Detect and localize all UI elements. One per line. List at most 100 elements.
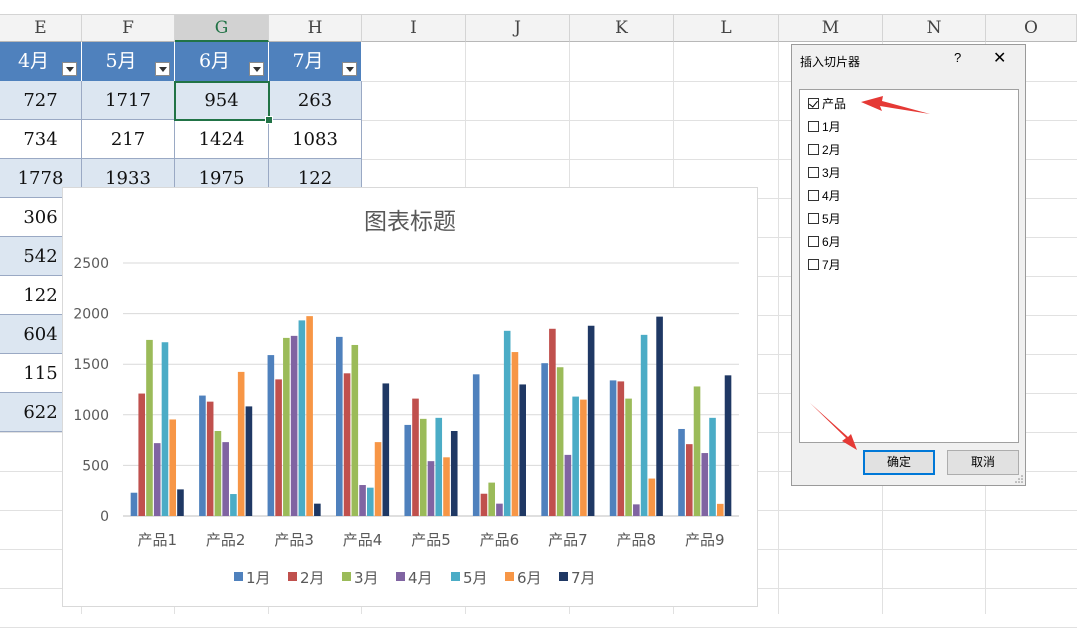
help-button[interactable]: ? xyxy=(954,50,961,65)
x-tick-label: 产品9 xyxy=(685,531,725,549)
column-header-H[interactable]: H xyxy=(269,15,362,42)
field-label: 6月 xyxy=(822,235,841,249)
header-label: 4月 xyxy=(17,50,50,72)
chart-area[interactable]: 图表标题 0 500 1000 1500 2000 2500 产品1 产品2 产品3 产品4 产品5 产… xyxy=(62,187,758,607)
table-header: 7月 xyxy=(269,42,362,81)
bar xyxy=(222,442,229,516)
bar xyxy=(199,395,206,516)
chart-title: 图表标题 xyxy=(364,209,456,235)
header-label: 6月 xyxy=(198,50,231,72)
x-tick-label: 产品8 xyxy=(617,531,657,549)
column-header-O[interactable]: O xyxy=(986,15,1077,42)
bar xyxy=(412,398,419,516)
bar xyxy=(367,487,374,516)
bar xyxy=(298,320,306,516)
legend-swatch xyxy=(559,572,568,581)
table-cell[interactable]: 734 xyxy=(0,120,82,159)
table-header: 6月 xyxy=(175,42,269,81)
close-icon[interactable]: ✕ xyxy=(993,48,1006,68)
filter-dropdown-icon[interactable] xyxy=(155,62,170,76)
bar xyxy=(496,503,503,516)
table-header: 4月 xyxy=(0,42,82,81)
bar xyxy=(290,335,298,516)
bar xyxy=(716,503,724,516)
bar xyxy=(237,371,245,516)
bar xyxy=(480,493,488,516)
bar xyxy=(169,419,177,516)
bar xyxy=(503,330,511,516)
legend-swatch xyxy=(342,572,351,581)
bar xyxy=(656,316,663,516)
bar xyxy=(161,342,169,516)
legend-label: 2月 xyxy=(300,569,325,587)
field-label: 产品 xyxy=(822,97,847,111)
column-header-F[interactable]: F xyxy=(82,15,175,42)
chart-svg: 图表标题 0 500 1000 1500 2000 2500 产品1 产品2 产品3 产品4 产品5 产… xyxy=(73,209,739,587)
bar xyxy=(648,478,656,516)
x-tick-label: 产品5 xyxy=(411,531,451,549)
fill-handle[interactable] xyxy=(265,116,273,124)
bar xyxy=(549,328,556,516)
checkbox[interactable] xyxy=(808,190,819,201)
bar xyxy=(351,344,359,516)
column-header-E[interactable]: E xyxy=(0,15,82,42)
x-tick-label: 产品7 xyxy=(548,531,588,549)
bar xyxy=(556,367,564,516)
bar xyxy=(724,375,732,516)
bar xyxy=(709,417,716,516)
bar xyxy=(435,417,443,516)
checkbox[interactable] xyxy=(808,259,819,270)
table-cell[interactable]: 217 xyxy=(82,120,175,159)
field-list: 产品 1月 2月 3月 4月 5月 6月 7月 xyxy=(799,89,1019,443)
bar xyxy=(443,457,450,516)
bar xyxy=(230,494,237,516)
x-tick-label: 产品2 xyxy=(206,531,246,549)
bar xyxy=(130,492,138,516)
checkbox[interactable] xyxy=(808,167,819,178)
bar xyxy=(488,482,495,516)
checkbox[interactable] xyxy=(808,236,819,247)
bar xyxy=(306,316,313,516)
field-label: 5月 xyxy=(822,212,841,226)
active-cell-border xyxy=(174,81,270,121)
toolbar-edge xyxy=(0,0,1077,15)
table-cell[interactable]: 263 xyxy=(269,81,362,120)
checkbox[interactable] xyxy=(808,121,819,132)
bar xyxy=(206,401,214,516)
bar xyxy=(382,383,390,516)
header-label: 7月 xyxy=(292,50,324,72)
legend-swatch xyxy=(505,572,514,581)
checkbox[interactable] xyxy=(808,213,819,224)
legend-label: 1月 xyxy=(246,569,271,587)
checkbox[interactable] xyxy=(808,144,819,155)
y-tick-label: 1000 xyxy=(73,408,109,424)
legend-label: 6月 xyxy=(517,569,542,587)
bar xyxy=(564,454,572,516)
table-cell[interactable]: 1424 xyxy=(175,120,269,159)
bar xyxy=(685,444,693,516)
column-header-M[interactable]: M xyxy=(779,15,883,42)
cancel-button[interactable]: 取消 xyxy=(947,450,1019,475)
filter-dropdown-icon[interactable] xyxy=(62,62,77,76)
column-header-J[interactable]: J xyxy=(466,15,570,42)
column-header-I[interactable]: I xyxy=(362,15,466,42)
y-tick-label: 1500 xyxy=(73,357,109,373)
bar xyxy=(419,418,427,516)
table-cell[interactable]: 727 xyxy=(0,81,82,120)
column-header-G[interactable]: G xyxy=(175,15,269,42)
filter-dropdown-icon[interactable] xyxy=(342,62,357,76)
filter-dropdown-icon[interactable] xyxy=(249,62,264,76)
x-tick-label: 产品6 xyxy=(480,531,520,549)
column-header-L[interactable]: L xyxy=(674,15,779,42)
bar xyxy=(404,424,412,516)
column-header-N[interactable]: N xyxy=(883,15,986,42)
table-cell[interactable]: 1717 xyxy=(82,81,175,120)
bar xyxy=(640,334,648,516)
checkbox[interactable] xyxy=(808,98,819,109)
table-cell[interactable]: 1083 xyxy=(269,120,362,159)
ok-button[interactable]: 确定 xyxy=(863,450,935,475)
legend-label: 5月 xyxy=(463,569,488,587)
column-header-K[interactable]: K xyxy=(570,15,674,42)
resize-grip-icon[interactable] xyxy=(1015,475,1023,483)
bar xyxy=(267,355,275,516)
